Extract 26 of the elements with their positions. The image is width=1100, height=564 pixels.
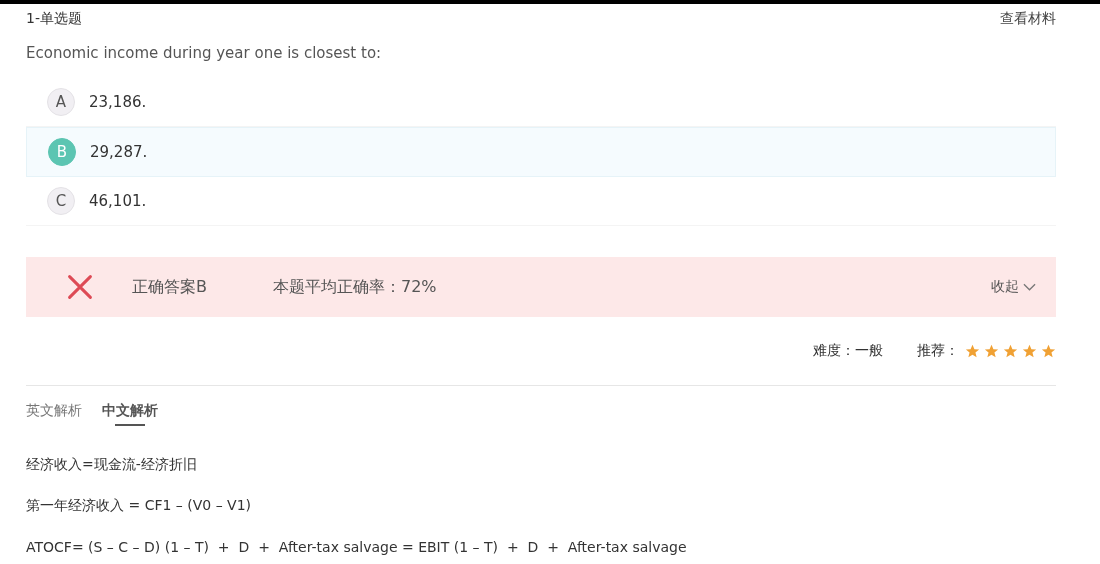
option-text: 46,101. [89,192,147,210]
star-icon [1041,344,1056,358]
recommend-label: 推荐： [917,342,959,360]
explanation-line: ATOCF= (S – C – D) (1 – T) + D + After-tax salvage = EBIT (1 – T) + D + After-tax salvage [26,537,688,557]
star-icon [1022,344,1037,358]
average-accuracy: 本题平均正确率：72% [273,276,437,298]
explanation-tab[interactable]: 中文解析 [102,402,158,424]
option-letter: A [47,88,75,116]
option-text: 23,186. [89,93,147,111]
star-icon [984,344,999,358]
question-type: 1-单选题 [26,10,82,28]
collapse-button[interactable]: 收起 [991,278,1036,296]
question-text: Economic income during year one is closest to: [26,44,383,64]
option-letter: C [47,187,75,215]
option-letter: B [48,138,76,166]
star-icon [965,344,980,358]
correct-answer: 正确答案B [132,276,207,298]
explanation-tab[interactable]: 英文解析 [26,402,82,424]
view-materials-link[interactable]: 查看材料 [1000,10,1056,28]
explanation-line: 第一年经济收入 = CF1 – (V0 – V1) [26,495,253,515]
option-text: 29,287. [90,143,148,161]
answer-option[interactable]: B 29,287. [26,127,1056,177]
answer-option[interactable]: C 46,101. [26,177,1056,226]
star-icon [1003,344,1018,358]
difficulty-label: 难度：一般 [813,342,883,360]
explanation-line: 经济收入=现金流-经济折旧 [26,454,198,474]
